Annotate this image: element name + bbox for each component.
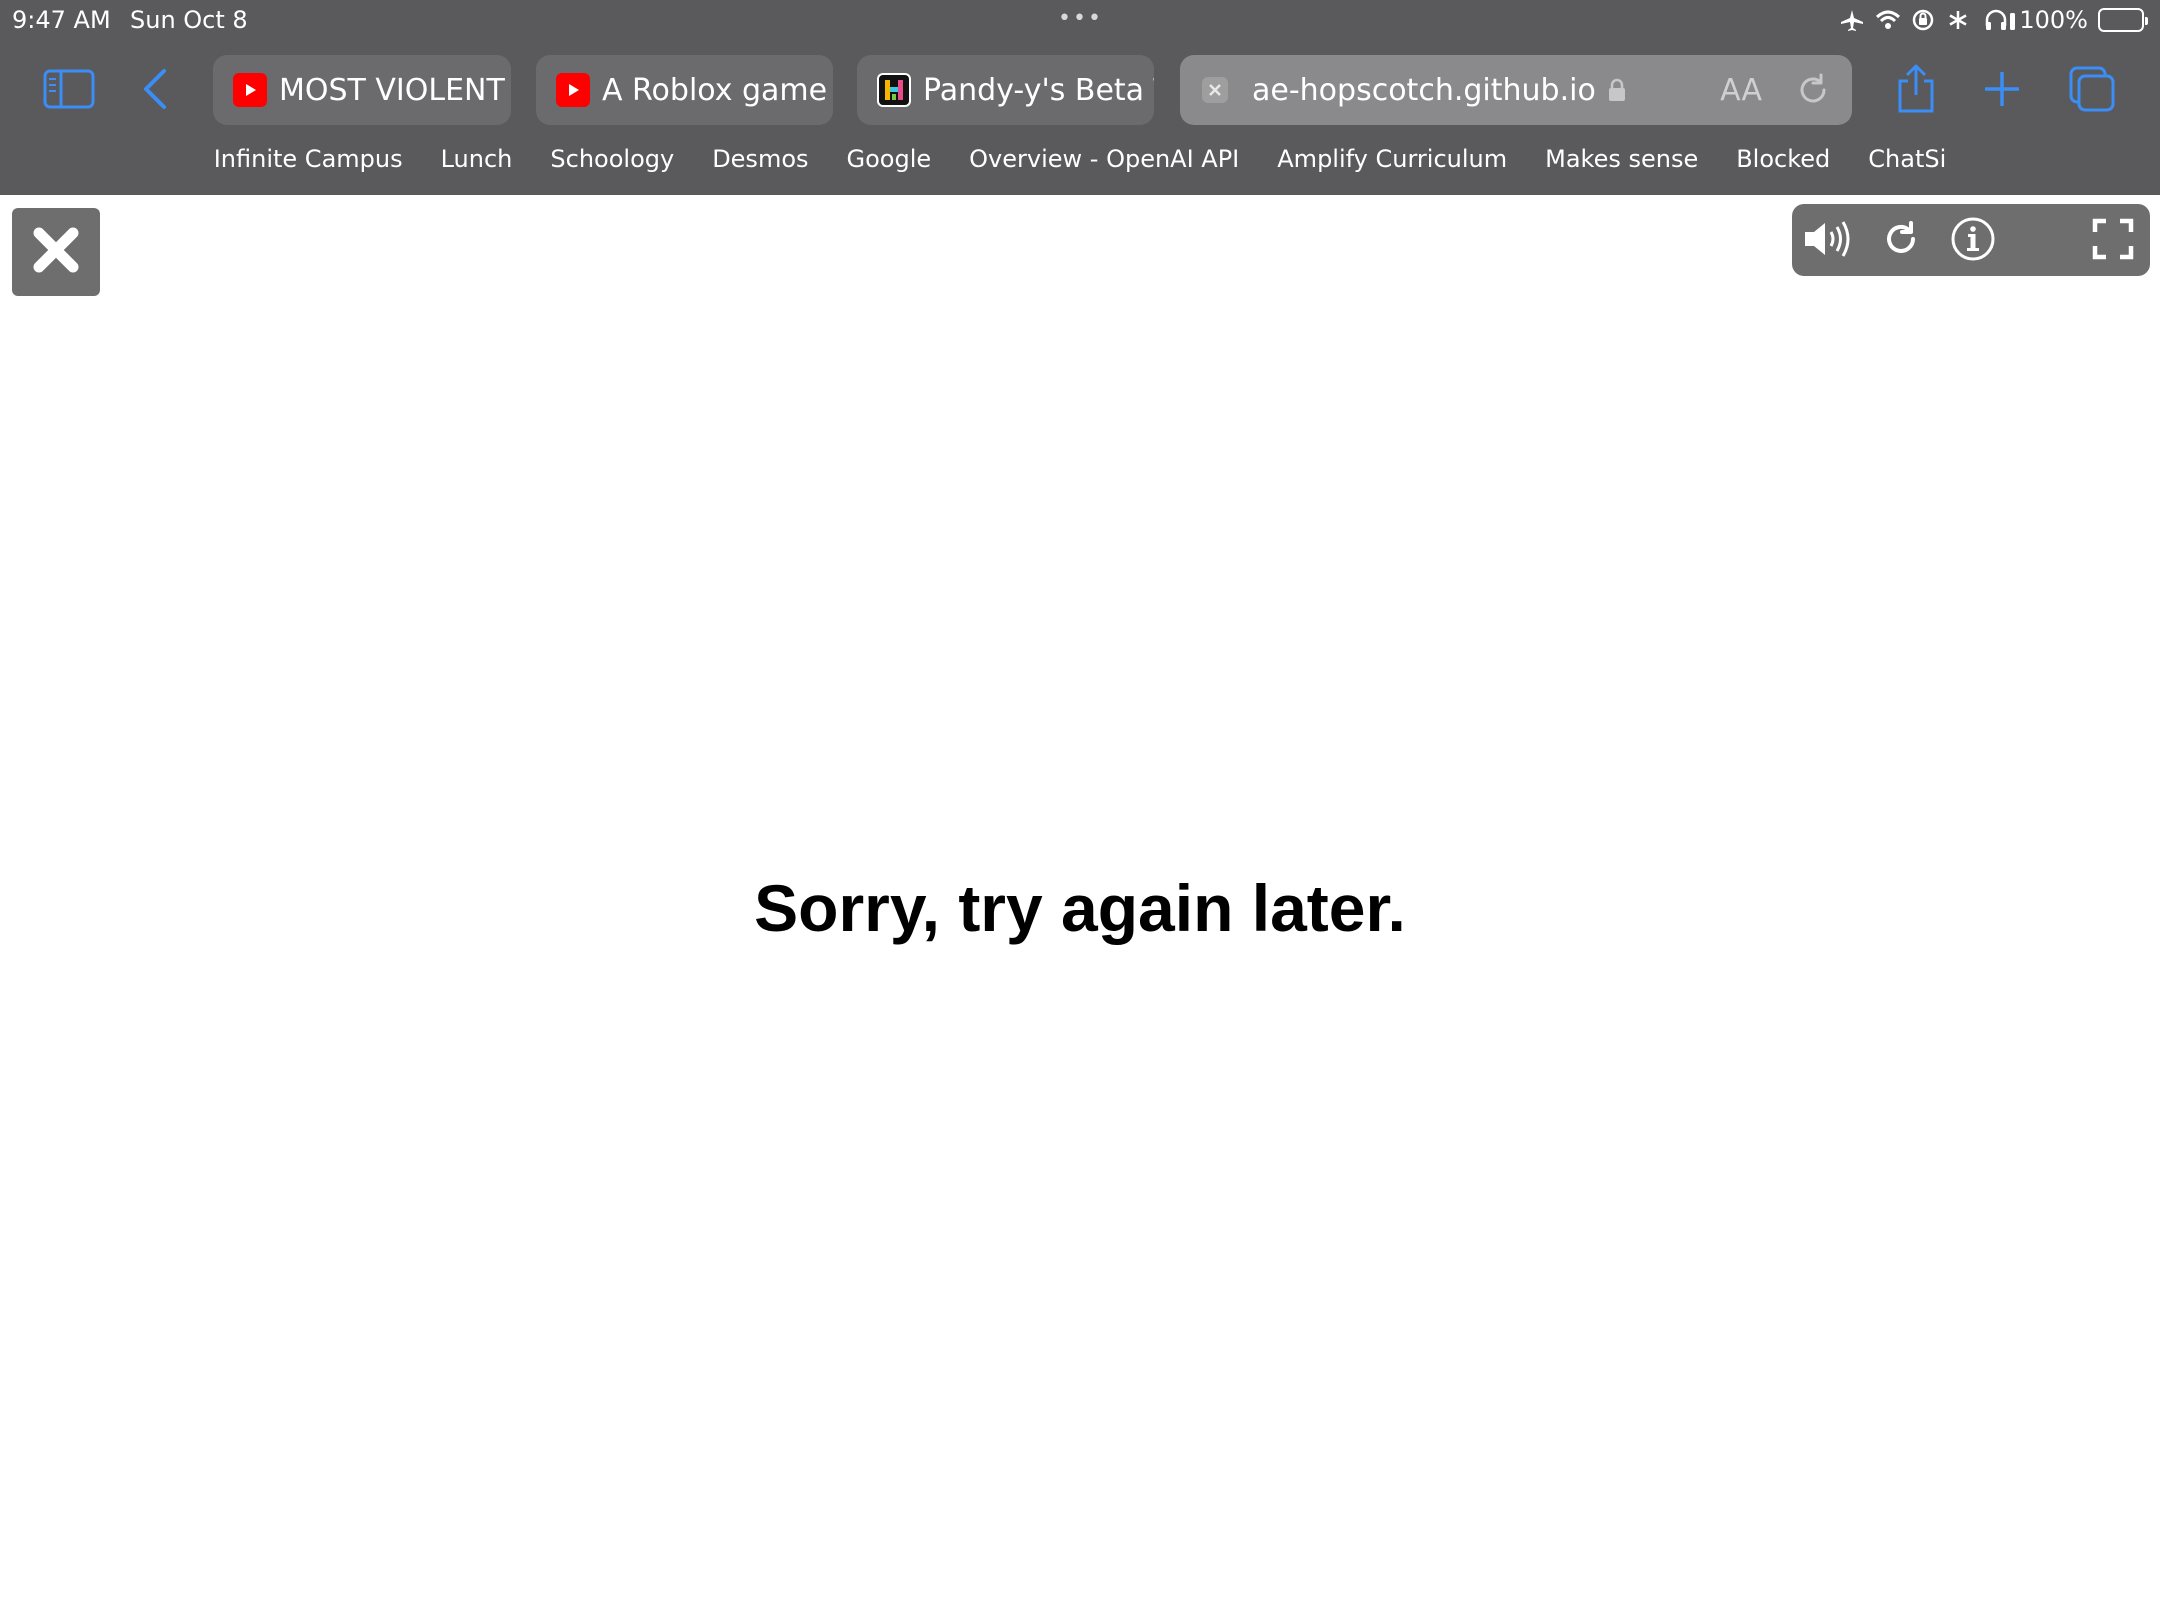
status-bar: 9:47 AM Sun Oct 8 ••• 100%: [0, 0, 2160, 40]
volume-button[interactable]: [1802, 214, 1856, 268]
bookmarks-bar: Infinite Campus Lunch Schoology Desmos G…: [0, 145, 2160, 185]
snowflake-icon: [1947, 8, 1973, 32]
tab-title: Pandy-y's Beta T: [923, 72, 1154, 108]
bookmark-item[interactable]: Infinite Campus: [195, 145, 422, 185]
sidebar-icon: [43, 69, 95, 114]
tabs-icon: [2068, 65, 2116, 118]
youtube-icon: [233, 73, 267, 107]
browser-chrome: 9:47 AM Sun Oct 8 ••• 100% MOST VIOLENT …: [0, 0, 2160, 195]
reader-aa-button[interactable]: AA: [1720, 73, 1762, 108]
bookmark-item[interactable]: ChatSi: [1849, 145, 1965, 185]
headphones-icon: [1983, 8, 2016, 32]
info-icon: [1950, 216, 1996, 267]
game-controls: [1792, 204, 2150, 276]
hopscotch-icon: [877, 73, 911, 107]
bookmark-item[interactable]: Lunch: [422, 145, 532, 185]
restart-icon: [1881, 219, 1921, 264]
airplane-icon: [1839, 8, 1865, 32]
share-icon: [1894, 63, 1938, 120]
tab-title: A Roblox game a: [602, 72, 833, 108]
orientation-lock-icon: [1911, 8, 1937, 32]
restart-button[interactable]: [1874, 214, 1928, 268]
volume-icon: [1803, 219, 1855, 264]
chevron-left-icon: [140, 67, 170, 116]
tab-2[interactable]: A Roblox game a: [536, 55, 833, 125]
tab-3[interactable]: Pandy-y's Beta T: [857, 55, 1154, 125]
tab-overview-button[interactable]: [2063, 62, 2121, 120]
bookmark-item[interactable]: Desmos: [693, 145, 827, 185]
fullscreen-button[interactable]: [2086, 214, 2140, 268]
bookmark-item[interactable]: Makes sense: [1526, 145, 1717, 185]
bookmark-item[interactable]: Overview - OpenAI API: [950, 145, 1258, 185]
status-icons: 100%: [1839, 6, 2148, 34]
lock-icon: [1608, 78, 1626, 102]
close-game-button[interactable]: [12, 208, 100, 296]
bookmark-item[interactable]: Blocked: [1717, 145, 1849, 185]
sidebar-toggle-button[interactable]: [40, 62, 98, 120]
status-date: Sun Oct 8: [130, 6, 248, 34]
status-time: 9:47 AM: [12, 6, 111, 34]
info-button[interactable]: [1946, 214, 2000, 268]
error-message: Sorry, try again later.: [754, 871, 1406, 945]
new-tab-button[interactable]: [1973, 62, 2031, 120]
multitasking-dots[interactable]: •••: [1058, 6, 1103, 31]
blank-favicon-icon: [1202, 77, 1228, 103]
bookmark-item[interactable]: Schoology: [531, 145, 693, 185]
bookmark-item[interactable]: Google: [828, 145, 951, 185]
battery-percent: 100%: [2019, 6, 2088, 34]
youtube-icon: [556, 73, 590, 107]
back-button[interactable]: [126, 62, 184, 120]
battery-icon: [2098, 8, 2148, 32]
tab-title: MOST VIOLENT: [279, 72, 505, 108]
plus-icon: [1982, 69, 2022, 114]
url-text[interactable]: ae-hopscotch.github.io: [1252, 73, 1596, 108]
wifi-icon: [1875, 8, 1901, 32]
tab-1[interactable]: MOST VIOLENT: [213, 55, 511, 125]
close-x-icon: [31, 225, 81, 280]
address-bar[interactable]: ae-hopscotch.github.io AA: [1180, 55, 1852, 125]
share-button[interactable]: [1887, 62, 1945, 120]
reload-icon[interactable]: [1794, 71, 1832, 114]
fullscreen-icon: [2092, 218, 2134, 265]
bookmark-item[interactable]: Amplify Curriculum: [1258, 145, 1526, 185]
